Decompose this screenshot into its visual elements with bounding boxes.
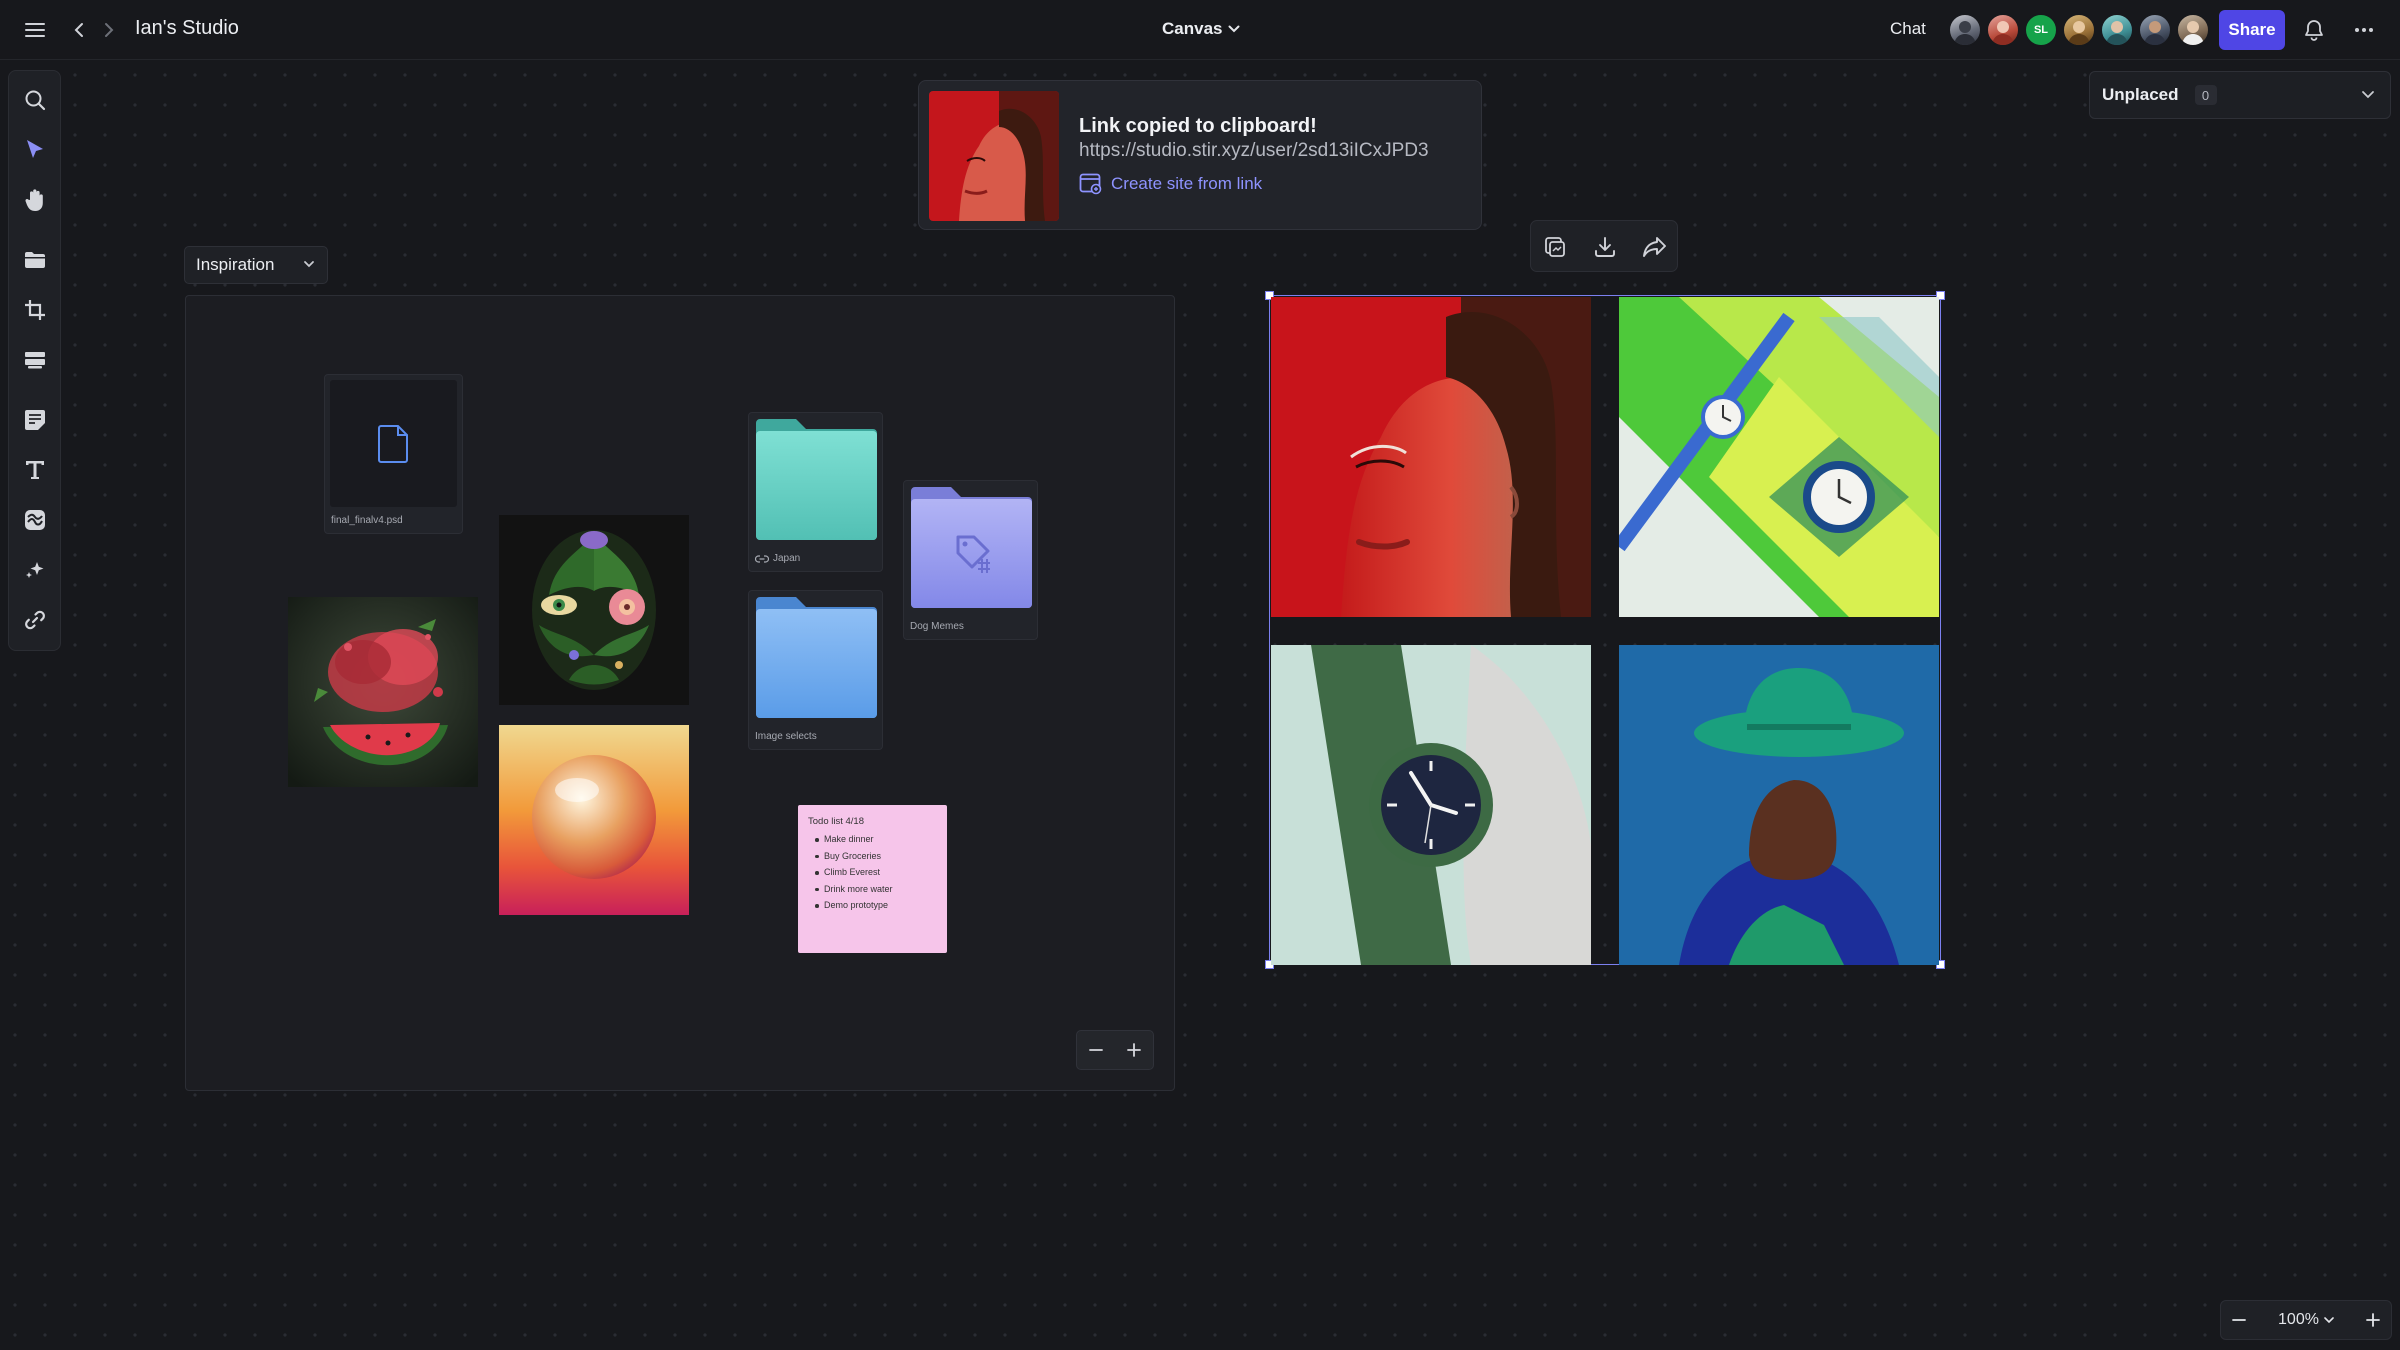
gradient-orb-image[interactable] [499, 725, 689, 915]
minus-icon [2232, 1319, 2246, 1321]
board-title: Inspiration [196, 255, 275, 274]
download-icon[interactable] [1589, 231, 1621, 263]
plus-icon [2366, 1313, 2380, 1327]
todo-item: Drink more water [808, 881, 937, 898]
unplaced-label: Unplaced [2102, 85, 2179, 104]
board-zoom-out-button[interactable] [1077, 1031, 1115, 1069]
studio-title[interactable]: Ian's Studio [135, 17, 239, 40]
unplaced-count-badge: 0 [2194, 85, 2217, 105]
todo-item: Make dinner [808, 831, 937, 848]
botanical-eye-image[interactable] [499, 515, 689, 705]
copied-link-url[interactable]: https://studio.stir.xyz/user/2sd13iICxJP… [1079, 140, 1429, 162]
folder-icon[interactable] [19, 244, 51, 276]
blue-folder-icon [756, 597, 877, 718]
canvas-menu[interactable]: Canvas [1162, 19, 1240, 39]
bell-icon[interactable] [2298, 14, 2330, 46]
unplaced-dropdown[interactable]: Unplaced 0 [2089, 71, 2391, 119]
avatar[interactable] [2062, 13, 2096, 47]
search-icon[interactable] [19, 84, 51, 116]
chevron-down-icon [304, 261, 314, 268]
chat-button[interactable]: Chat [1890, 19, 1926, 39]
image-tool-icon[interactable] [19, 504, 51, 536]
folder-japan-label: Japan [755, 553, 800, 564]
todo-item: Climb Everest [808, 864, 937, 881]
forward-arrow-icon[interactable] [93, 14, 125, 46]
canvas-menu-label: Canvas [1162, 19, 1223, 38]
create-site-from-link-button[interactable]: Create site from link [1079, 173, 1262, 195]
folder-japan[interactable]: Japan [748, 412, 883, 572]
todo-item: Demo prototype [808, 897, 937, 914]
share-button[interactable]: Share [2219, 10, 2285, 50]
todo-title: Todo list 4/18 [808, 816, 864, 827]
avatar[interactable] [2138, 13, 2172, 47]
sparkle-ai-icon[interactable] [19, 554, 51, 586]
todo-list: Make dinner Buy Groceries Climb Everest … [808, 831, 937, 914]
collaborator-avatars: SL [1948, 13, 2210, 47]
inspiration-board[interactable]: final_finalv4.psd Japan Image selects Do… [185, 295, 1175, 1091]
tool-sidebar [8, 70, 61, 651]
minus-icon [1089, 1049, 1103, 1051]
frame-crop-icon[interactable] [19, 294, 51, 326]
toast-thumbnail-image [929, 91, 1059, 221]
zoom-level: 100% [2278, 1311, 2319, 1328]
image-actions-bar [1530, 220, 1678, 272]
chevron-down-icon [2362, 91, 2374, 99]
canvas-zoom-controls: 100% [2220, 1300, 2392, 1340]
avatar[interactable] [1948, 13, 1982, 47]
man-green-hat-image[interactable] [1619, 645, 1939, 965]
board-icon[interactable] [19, 344, 51, 376]
folder-image-selects-label: Image selects [755, 731, 817, 742]
avatar[interactable]: SL [2024, 13, 2058, 47]
file-card[interactable]: final_finalv4.psd [324, 374, 463, 534]
link-icon[interactable] [19, 604, 51, 636]
back-arrow-icon[interactable] [63, 14, 95, 46]
top-bar: Ian's Studio Canvas Chat SL Share [0, 0, 2400, 60]
folder-image-selects[interactable]: Image selects [748, 590, 883, 750]
avatar-initials: SL [2033, 24, 2049, 36]
share-arrow-icon[interactable] [1639, 231, 1671, 263]
hamburger-menu-icon[interactable] [19, 14, 51, 46]
todo-item: Buy Groceries [808, 848, 937, 865]
board-zoom-controls [1076, 1030, 1154, 1070]
folder-japan-name: Japan [773, 553, 801, 564]
zoom-level-dropdown[interactable]: 100% [2278, 1311, 2334, 1329]
board-name-dropdown[interactable]: Inspiration [184, 246, 328, 284]
green-watch-image[interactable] [1619, 297, 1939, 617]
text-tool-icon[interactable] [19, 454, 51, 486]
document-icon [377, 424, 408, 463]
avatar[interactable] [1986, 13, 2020, 47]
folder-dog-memes[interactable]: Dog Memes [903, 480, 1038, 640]
create-site-icon [1079, 173, 1102, 195]
select-cursor-icon[interactable] [19, 134, 51, 166]
purple-tag-folder-icon [911, 487, 1032, 608]
folder-dog-memes-label: Dog Memes [910, 621, 964, 632]
zoom-in-button[interactable] [2365, 1312, 2381, 1328]
watermelon-image[interactable] [288, 597, 478, 787]
todo-sticky-note[interactable]: Todo list 4/18 Make dinner Buy Groceries… [798, 805, 947, 953]
link-icon [755, 554, 769, 563]
hand-pan-icon[interactable] [19, 184, 51, 216]
avatar[interactable] [2176, 13, 2210, 47]
dark-green-watch-image[interactable] [1271, 645, 1591, 965]
selected-image-grid[interactable] [1265, 291, 1945, 969]
chevron-down-icon [1228, 25, 1240, 33]
avatar[interactable] [2100, 13, 2134, 47]
board-zoom-in-button[interactable] [1115, 1031, 1153, 1069]
more-options-icon[interactable] [2348, 14, 2380, 46]
zoom-out-button[interactable] [2231, 1312, 2247, 1328]
portrait-red-image[interactable] [1271, 297, 1591, 617]
note-icon[interactable] [19, 404, 51, 436]
teal-folder-icon [756, 419, 877, 540]
create-site-label: Create site from link [1111, 174, 1263, 193]
plus-icon [1127, 1043, 1141, 1057]
copy-image-icon[interactable] [1539, 231, 1571, 263]
file-preview [330, 380, 457, 507]
link-copied-toast: Link copied to clipboard! https://studio… [918, 80, 1482, 230]
chevron-down-icon [2324, 1317, 2334, 1324]
toast-title: Link copied to clipboard! [1079, 115, 1317, 137]
file-name: final_finalv4.psd [331, 515, 403, 526]
